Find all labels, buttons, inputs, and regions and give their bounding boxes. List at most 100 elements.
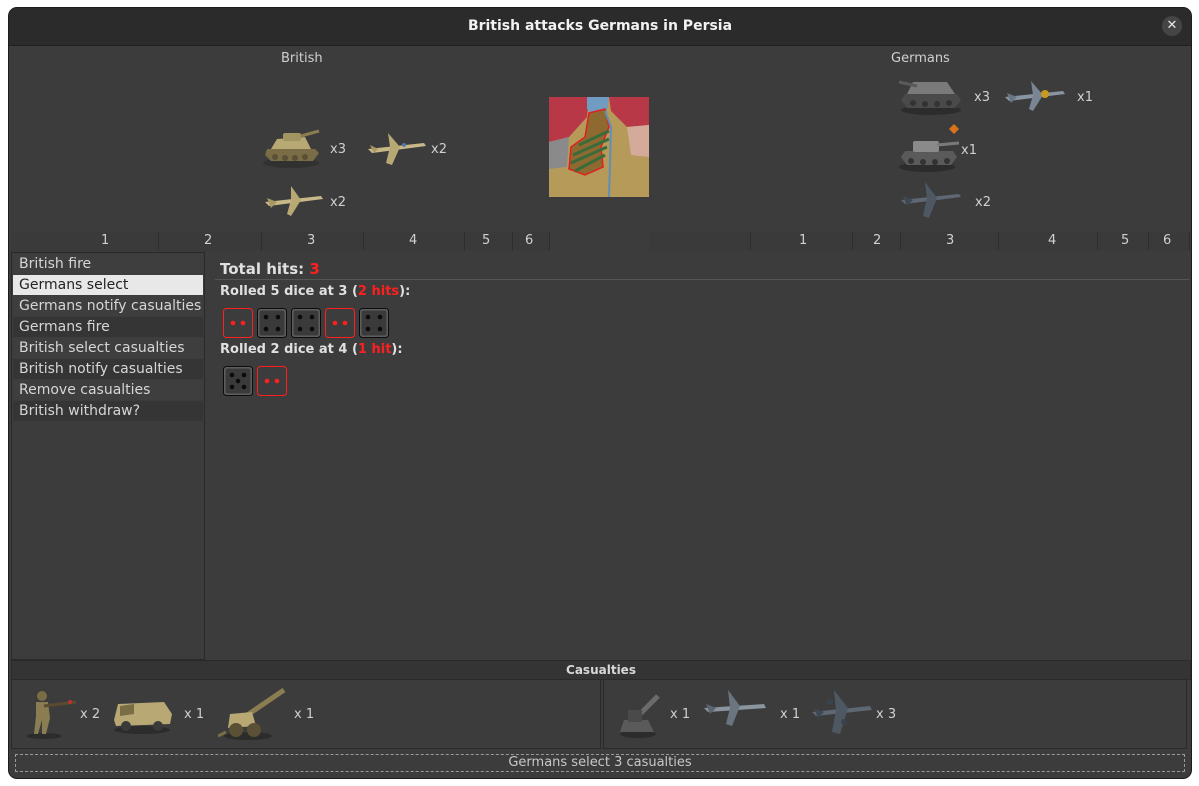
close-icon: ✕	[1166, 18, 1178, 33]
die-pip	[240, 320, 246, 326]
aa-gun-icon	[620, 694, 660, 738]
fighter-plane-icon	[368, 133, 426, 165]
step-item[interactable]: British withdraw?	[13, 401, 203, 421]
divider	[215, 279, 1189, 280]
casualties-header: Casualties	[11, 660, 1191, 680]
total-hits-label: Total hits:	[220, 260, 310, 278]
die-pip	[342, 320, 348, 326]
fighter-plane-icon	[1005, 81, 1065, 111]
defender-unit-count: x2	[975, 195, 991, 210]
step-item[interactable]: British select casualties	[13, 338, 203, 358]
casualty-count: x 1	[294, 707, 315, 722]
attacker-unit-count: x2	[330, 195, 346, 210]
roll-hits: 2 hits	[357, 284, 400, 299]
step-item[interactable]: Germans fire	[13, 317, 203, 337]
dice-column-label: 3	[946, 233, 955, 248]
die-pip	[377, 326, 383, 332]
step-item-selected[interactable]: Germans select casualties	[13, 275, 203, 313]
defender-unit-count: x3	[974, 90, 990, 105]
casualties-title: Casualties	[566, 663, 636, 677]
dice-results-panel: Total hits: 3 Rolled 5 dice at 3 (2 hits…	[205, 252, 1189, 658]
roll-summary: Rolled 2 dice at 4 (1 hit):	[220, 342, 403, 357]
defender-unit-count: x1	[961, 143, 977, 158]
close-button[interactable]: ✕	[1162, 16, 1182, 36]
total-hits-value: 3	[309, 260, 320, 278]
defender-label: Germans	[891, 51, 950, 66]
heavy-tank-icon	[899, 141, 960, 172]
die-pip	[274, 378, 280, 384]
die-pip	[241, 372, 247, 378]
dice-column-label: 5	[482, 233, 491, 248]
fighter-plane-icon	[704, 690, 766, 726]
bomber-plane-icon	[265, 186, 323, 216]
armored-car-icon	[114, 702, 172, 734]
miss-die	[223, 366, 253, 396]
attacker-dice-row: 1 2 3 4 5 6	[11, 232, 550, 251]
territory-map-thumbnail	[549, 97, 649, 197]
die-pip	[235, 378, 241, 384]
roll-suffix: ):	[391, 342, 403, 357]
title-bar: British attacks Germans in Persia ✕	[9, 8, 1191, 46]
casualty-count: x 1	[184, 707, 205, 722]
total-hits: Total hits: 3	[220, 260, 320, 278]
dice-column-label: 1	[799, 233, 808, 248]
die-pip	[264, 378, 270, 384]
miss-die	[359, 308, 389, 338]
die-pip	[377, 314, 383, 320]
hit-die	[257, 366, 287, 396]
die-pip	[365, 314, 371, 320]
window-title: British attacks Germans in Persia	[467, 18, 733, 34]
step-item[interactable]: British notify casualties	[13, 359, 203, 379]
roll-prefix: Rolled 5 dice at 3 (	[220, 284, 358, 299]
dice-column-label: 4	[1048, 233, 1057, 248]
dice-column-label: 2	[873, 233, 882, 248]
roll-hits: 1 hit	[357, 342, 392, 357]
casualty-count: x 3	[876, 707, 897, 722]
battle-steps-list: British fire Germans select casualties G…	[11, 252, 205, 660]
casualty-count: x 1	[670, 707, 691, 722]
attacker-unit-count: x3	[330, 142, 346, 157]
casualty-count: x 2	[80, 707, 101, 722]
die-pip	[275, 314, 281, 320]
die-pip	[365, 326, 371, 332]
die-pip	[297, 314, 303, 320]
die-pip	[332, 320, 338, 326]
roll-summary: Rolled 5 dice at 3 (2 hits):	[220, 284, 410, 299]
assault-gun-icon	[898, 80, 961, 115]
defender-casualties: x 1 x 1 x 3	[603, 679, 1187, 749]
battle-dialog: British attacks Germans in Persia ✕ Brit…	[8, 7, 1192, 779]
die-pip	[263, 326, 269, 332]
infantry-icon	[26, 691, 77, 739]
status-button[interactable]: Germans select 3 casualties	[15, 754, 1185, 772]
die-pip	[297, 326, 303, 332]
die-pip	[309, 314, 315, 320]
step-item[interactable]: Remove casualties	[13, 380, 203, 400]
dice-column-label: 3	[307, 233, 316, 248]
die-pip	[229, 372, 235, 378]
tank-icon	[263, 129, 320, 168]
dice-column-label: 4	[409, 233, 418, 248]
attacker-casualties: x 2 x 1 x 1	[11, 679, 601, 749]
die-pip	[263, 314, 269, 320]
dice-column-label: 6	[1163, 233, 1172, 248]
bomber-plane-icon	[812, 690, 872, 734]
roll-prefix: Rolled 2 dice at 4 (	[220, 342, 358, 357]
artillery-icon	[218, 687, 286, 740]
dice-column-label: 5	[1121, 233, 1130, 248]
dice-column-label: 6	[525, 233, 534, 248]
defender-dice-row: 1 2 3 4 5 6	[649, 232, 1190, 251]
defender-unit-count: x1	[1077, 90, 1093, 105]
dice-column-label: 1	[101, 233, 110, 248]
step-item[interactable]: Germans notify casualties	[13, 296, 203, 316]
attacker-unit-count: x2	[431, 142, 447, 157]
die-pip	[230, 320, 236, 326]
die-pip	[275, 326, 281, 332]
step-item[interactable]: British fire	[13, 254, 203, 274]
hit-die	[325, 308, 355, 338]
miss-die	[257, 308, 287, 338]
die-pip	[229, 384, 235, 390]
die-pip	[241, 384, 247, 390]
die-pip	[309, 326, 315, 332]
roll-suffix: ):	[399, 284, 411, 299]
attacker-label: British	[281, 51, 323, 66]
